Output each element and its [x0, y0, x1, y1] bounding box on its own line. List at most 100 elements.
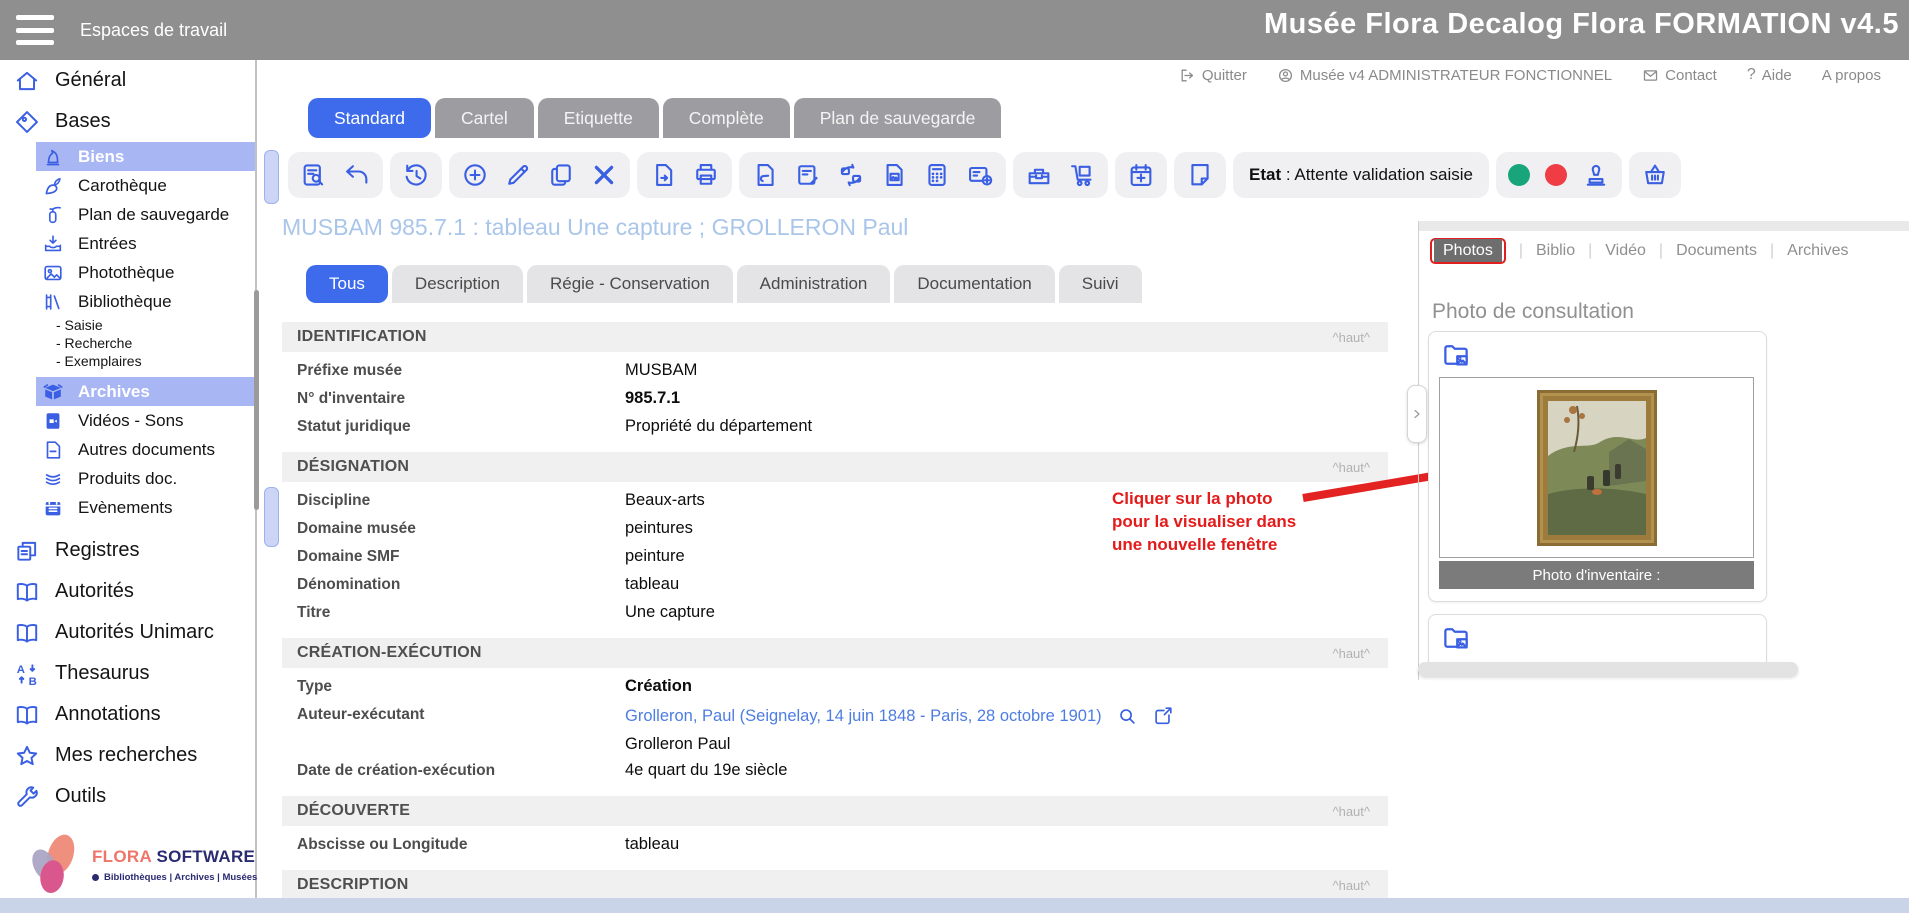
file-edit-button[interactable] — [794, 161, 822, 189]
annotation-line: Cliquer sur la photo — [1112, 487, 1296, 510]
top-anchor-link[interactable]: ^haut^ — [1332, 646, 1370, 661]
sidebar-item-plan-de-sauvegarde[interactable]: Plan de sauvegarde — [0, 200, 255, 229]
apropos-button[interactable]: A propos — [1822, 67, 1881, 84]
sidebar-item-autres-documents[interactable]: Autres documents — [0, 435, 255, 464]
star-icon — [14, 743, 40, 769]
top-anchor-link[interactable]: ^haut^ — [1332, 878, 1370, 893]
sidebar-item-evenements[interactable]: Evènements — [0, 493, 255, 522]
panel-tab-vidéo[interactable]: Vidéo — [1605, 242, 1646, 260]
field-value: 985.7.1 — [625, 388, 680, 408]
file-image-button[interactable] — [880, 161, 908, 189]
close-x-button[interactable] — [590, 161, 618, 189]
sidebar-item-produits-doc[interactable]: Produits doc. — [0, 464, 255, 493]
record-tab-tous[interactable]: Tous — [306, 265, 388, 303]
card-plus-button[interactable] — [966, 161, 994, 189]
sidebar-item-recherche[interactable]: - Recherche — [0, 334, 255, 352]
file-export-button[interactable] — [649, 161, 677, 189]
view-tab-etiquette[interactable]: Etiquette — [538, 98, 659, 138]
panel-tab-documents[interactable]: Documents — [1676, 242, 1757, 260]
view-tab-cartel[interactable]: Cartel — [435, 98, 534, 138]
top-anchor-link[interactable]: ^haut^ — [1332, 330, 1370, 345]
aide-button[interactable]: ? Aide — [1747, 66, 1792, 84]
sidebar-item-label: - Saisie — [56, 317, 103, 333]
sidebar-scrollbar-thumb[interactable] — [254, 290, 259, 510]
sidebar-item-carotheque[interactable]: Carothèque — [0, 171, 255, 200]
history-button[interactable] — [402, 161, 430, 189]
panel-tab-photos[interactable]: Photos — [1434, 239, 1502, 262]
sidebar-item-thesaurus[interactable]: ABThesaurus — [0, 653, 255, 694]
calendar-plus-button[interactable] — [1127, 161, 1155, 189]
photo-consultation-card: Photo d'inventaire : — [1428, 331, 1767, 602]
sidebar-item-bibliotheque[interactable]: Bibliothèque — [0, 287, 255, 316]
section-title: DÉCOUVERTE — [297, 802, 410, 820]
field-value: peinture — [625, 546, 685, 566]
view-tab-plan-de-sauvegarde[interactable]: Plan de sauvegarde — [794, 98, 1002, 138]
sidebar-item-phototheque[interactable]: Photothèque — [0, 258, 255, 287]
search-icon[interactable] — [1116, 705, 1138, 727]
author-link[interactable]: Grolleron, Paul (Seignelay, 14 juin 1848… — [625, 707, 1102, 726]
copy-button[interactable] — [547, 161, 575, 189]
sidebar-item-entrees[interactable]: Entrées — [0, 229, 255, 258]
view-tab-compl-te[interactable]: Complète — [663, 98, 790, 138]
field-label: N° d'inventaire — [297, 388, 625, 408]
sidebar-item-outils[interactable]: Outils — [0, 776, 255, 817]
view-tab-standard[interactable]: Standard — [308, 98, 431, 138]
edit-pencil-button[interactable] — [504, 161, 532, 189]
painting-thumbnail[interactable] — [1537, 390, 1657, 546]
top-anchor-link[interactable]: ^haut^ — [1332, 804, 1370, 819]
etat-label: Etat — [1249, 165, 1281, 184]
sidebar-item-mes-recherches[interactable]: Mes recherches — [0, 735, 255, 776]
basket-button[interactable] — [1641, 161, 1669, 189]
sidebar-item-registres[interactable]: Registres — [0, 530, 255, 571]
sidebar-item-autorites-unimarc[interactable]: Autorités Unimarc — [0, 612, 255, 653]
folder-image-icon[interactable] — [1441, 623, 1471, 653]
sidebar-item-videos-sons[interactable]: Vidéos - Sons — [0, 406, 255, 435]
sidebar-item-autorites[interactable]: Autorités — [0, 571, 255, 612]
note-page-button[interactable] — [1186, 161, 1214, 189]
share-arrows-button[interactable] — [837, 161, 865, 189]
panel-tab-biblio[interactable]: Biblio — [1536, 242, 1575, 260]
brand-tagline: Bibliothèques | Archives | Musées — [92, 872, 257, 883]
printer-button[interactable] — [692, 161, 720, 189]
record-tab-documentation[interactable]: Documentation — [894, 265, 1054, 303]
record-tab-r-gie-conservation[interactable]: Régie - Conservation — [527, 265, 733, 303]
stamp-button[interactable] — [1582, 161, 1610, 189]
sidebar-item-exemplaires[interactable]: - Exemplaires — [0, 352, 255, 370]
file-paperclip-button[interactable] — [751, 161, 779, 189]
toolbar-group — [1174, 152, 1226, 198]
workspace-label[interactable]: Espaces de travail — [80, 20, 227, 41]
list-search-button[interactable] — [300, 161, 328, 189]
open-in-new-icon[interactable] — [1152, 705, 1174, 727]
wrench-icon — [14, 784, 40, 810]
user-account[interactable]: Musée v4 ADMINISTRATEUR FONCTIONNEL — [1277, 67, 1612, 84]
user-label: Musée v4 ADMINISTRATEUR FONCTIONNEL — [1300, 67, 1612, 84]
trolley-button[interactable] — [1068, 161, 1096, 189]
green-status-dot[interactable] — [1508, 164, 1530, 186]
sidebar-item-bases[interactable]: Bases — [0, 101, 255, 142]
panel-collapse-handle[interactable] — [1407, 385, 1427, 443]
red-status-dot[interactable] — [1545, 164, 1567, 186]
content-scrollbar-thumb-top[interactable] — [264, 150, 279, 204]
hamburger-menu-icon[interactable] — [16, 15, 54, 45]
record-tab-suivi[interactable]: Suivi — [1059, 265, 1142, 303]
sidebar-item-annotations[interactable]: Annotations — [0, 694, 255, 735]
add-circle-button[interactable] — [461, 161, 489, 189]
toolbox-button[interactable] — [1025, 161, 1053, 189]
undo-button[interactable] — [343, 161, 371, 189]
content-scrollbar-thumb[interactable] — [264, 487, 279, 547]
contact-button[interactable]: Contact — [1642, 67, 1717, 84]
section-header-designation: DÉSIGNATION ^haut^ — [282, 452, 1388, 482]
quitter-button[interactable]: Quitter — [1179, 67, 1247, 84]
record-tab-description[interactable]: Description — [392, 265, 523, 303]
calculator-badge-button[interactable] — [923, 161, 951, 189]
field-label: Abscisse ou Longitude — [297, 834, 625, 854]
sidebar-item-general[interactable]: Général — [0, 60, 255, 101]
folder-image-icon[interactable] — [1441, 340, 1471, 370]
sidebar-item-biens[interactable]: Biens — [0, 142, 255, 171]
field-row: Statut juridique Propriété du départemen… — [282, 416, 1388, 444]
sidebar-item-archives[interactable]: Archives — [0, 377, 255, 406]
sidebar-item-saisie[interactable]: - Saisie — [0, 316, 255, 334]
record-tab-administration[interactable]: Administration — [737, 265, 891, 303]
field-value: tableau — [625, 834, 679, 854]
panel-tab-archives[interactable]: Archives — [1787, 242, 1848, 260]
